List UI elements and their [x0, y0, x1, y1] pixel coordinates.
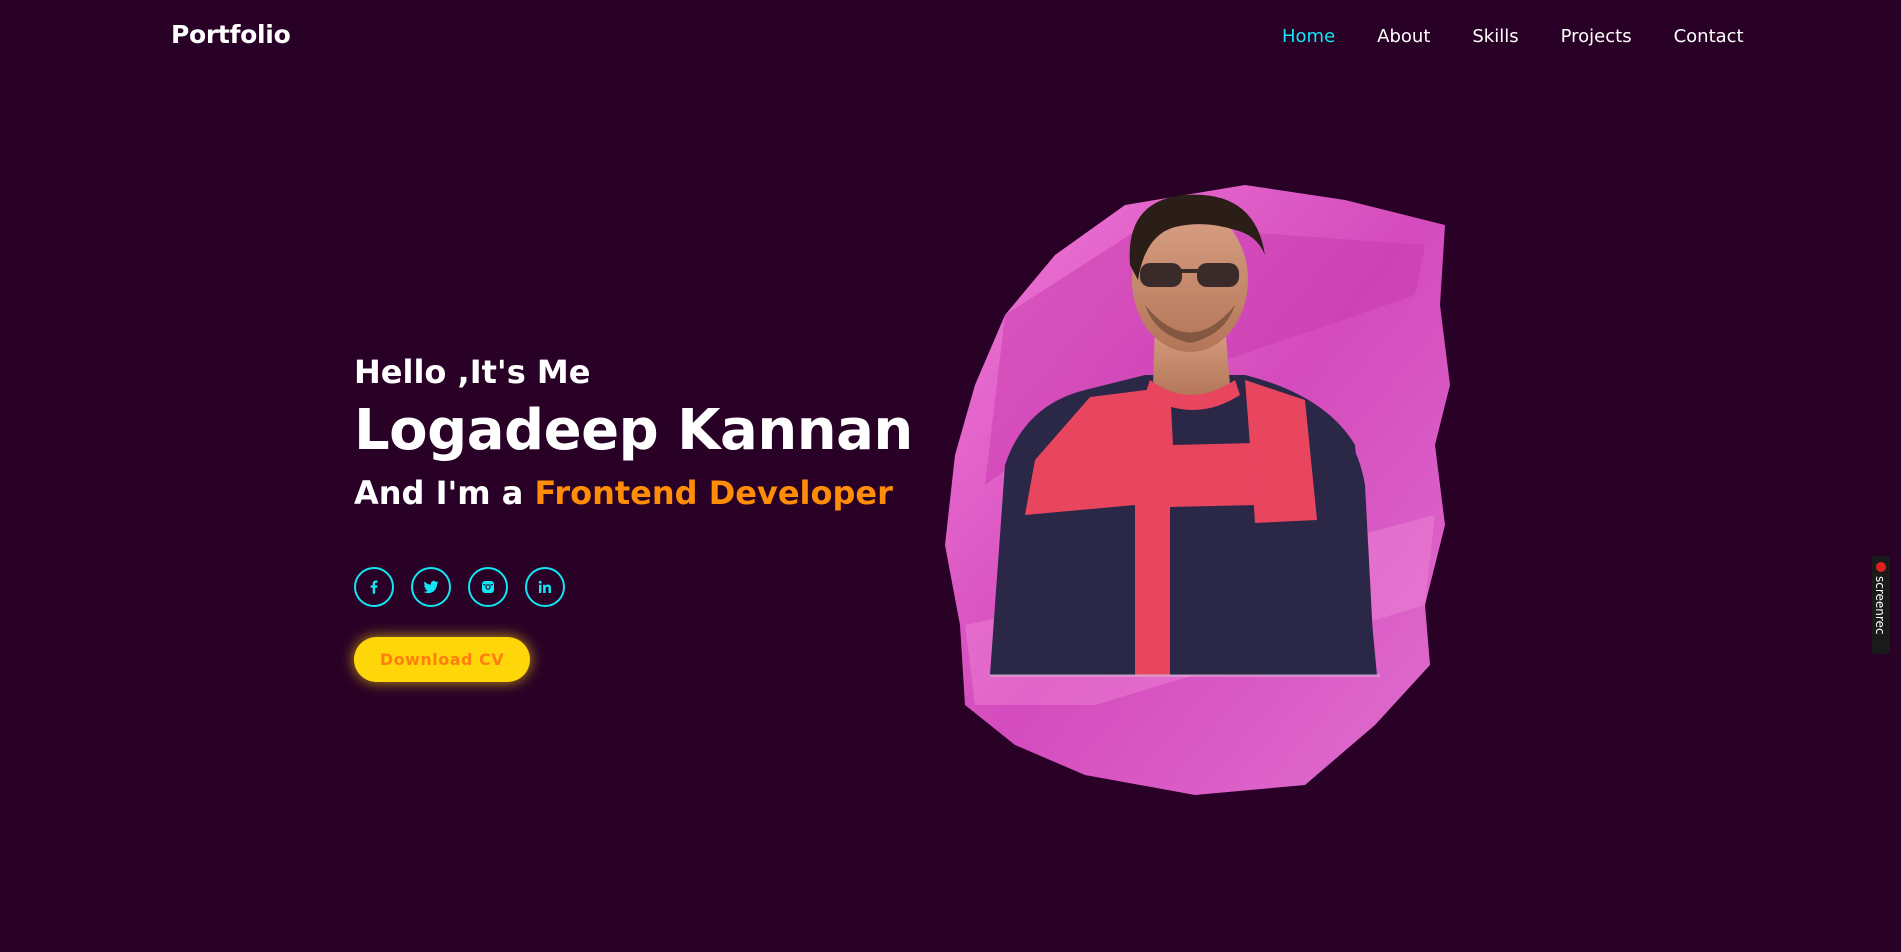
screenrec-tab[interactable]: screenrec [1872, 556, 1890, 654]
screenrec-label: screenrec [1873, 576, 1887, 635]
linkedin-link[interactable] [525, 567, 565, 607]
portfolio-page: Portfolio Home About Skills Projects Con… [0, 0, 1901, 952]
social-links [354, 567, 582, 607]
download-cv-button[interactable]: Download CV [354, 637, 530, 682]
twitter-icon [422, 578, 440, 596]
profile-portrait [945, 185, 1455, 795]
hero-greeting: Hello ,It's Me [354, 353, 591, 391]
nav-skills-link[interactable]: Skills [1472, 26, 1518, 47]
role-highlight: Frontend Developer [534, 474, 893, 512]
instagram-link[interactable] [468, 567, 508, 607]
hero-role: And I'm a Frontend Developer [354, 474, 893, 512]
site-logo[interactable]: Portfolio [171, 20, 291, 49]
facebook-icon [365, 578, 383, 596]
role-prefix: And I'm a [354, 474, 535, 512]
portrait-illustration [945, 185, 1450, 795]
facebook-link[interactable] [354, 567, 394, 607]
nav-about-link[interactable]: About [1377, 26, 1430, 47]
hero-name: Logadeep Kannan [354, 398, 913, 463]
linkedin-icon [536, 578, 554, 596]
nav-contact-link[interactable]: Contact [1674, 26, 1744, 47]
instagram-icon [479, 578, 497, 596]
nav-home-link[interactable]: Home [1282, 26, 1335, 47]
main-nav: Home About Skills Projects Contact [1282, 26, 1744, 47]
record-dot-icon [1876, 562, 1886, 572]
twitter-link[interactable] [411, 567, 451, 607]
nav-projects-link[interactable]: Projects [1561, 26, 1632, 47]
